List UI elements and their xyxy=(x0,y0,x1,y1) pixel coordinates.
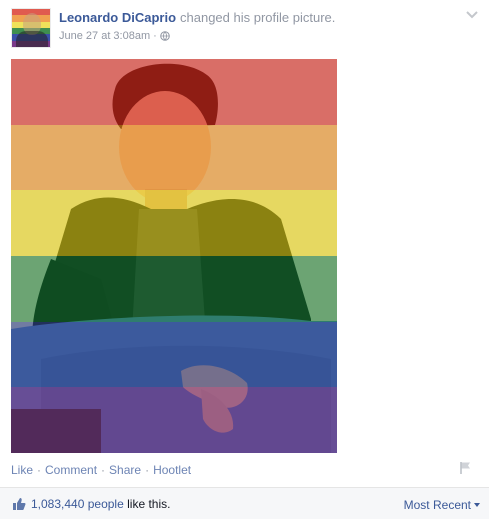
hootlet-link[interactable]: Hootlet xyxy=(153,463,191,477)
flag-band xyxy=(11,124,337,191)
likes-bar: 1,083,440 people like this. Most Recent xyxy=(0,487,489,519)
like-link[interactable]: Like xyxy=(11,463,33,477)
sort-label: Most Recent xyxy=(403,498,471,512)
post-action-text: changed his profile picture. xyxy=(180,10,336,25)
thumbs-up-icon xyxy=(13,497,26,510)
meta-separator: · xyxy=(153,30,157,42)
comment-link[interactable]: Comment xyxy=(45,463,97,477)
post-header: Leonardo DiCaprio changed his profile pic… xyxy=(59,9,449,42)
flag-band xyxy=(11,387,337,453)
post-timestamp-link[interactable]: June 27 at 3:08am xyxy=(59,30,150,42)
avatar-torso xyxy=(16,31,48,47)
post-headline: Leonardo DiCaprio changed his profile pic… xyxy=(59,9,449,27)
flag-band xyxy=(11,321,337,388)
rainbow-flag-overlay xyxy=(11,59,337,453)
author-avatar[interactable] xyxy=(11,8,51,48)
flag-band xyxy=(11,59,337,125)
globe-icon[interactable] xyxy=(159,31,170,41)
likes-suffix: like this. xyxy=(127,496,171,511)
action-separator: · xyxy=(101,463,106,477)
likes-count-link[interactable]: 1,083,440 people xyxy=(31,497,124,511)
sort-dropdown[interactable]: Most Recent xyxy=(404,498,480,512)
post-meta: June 27 at 3:08am · xyxy=(59,30,449,42)
flag-band xyxy=(11,256,337,322)
post-actions: Like · Comment · Share · Hootlet xyxy=(11,463,191,477)
likes-summary: 1,083,440 people like this. xyxy=(31,497,170,511)
flag-icon[interactable] xyxy=(458,461,472,475)
share-link[interactable]: Share xyxy=(109,463,141,477)
chevron-down-icon[interactable] xyxy=(465,10,479,20)
profile-photo[interactable] xyxy=(11,59,337,453)
action-separator: · xyxy=(145,463,150,477)
flag-band xyxy=(11,190,337,257)
action-separator: · xyxy=(37,463,42,477)
profile-picture-post: Leonardo DiCaprio changed his profile pic… xyxy=(0,0,489,519)
author-name-link[interactable]: Leonardo DiCaprio xyxy=(59,10,176,25)
caret-down-icon xyxy=(474,503,480,507)
